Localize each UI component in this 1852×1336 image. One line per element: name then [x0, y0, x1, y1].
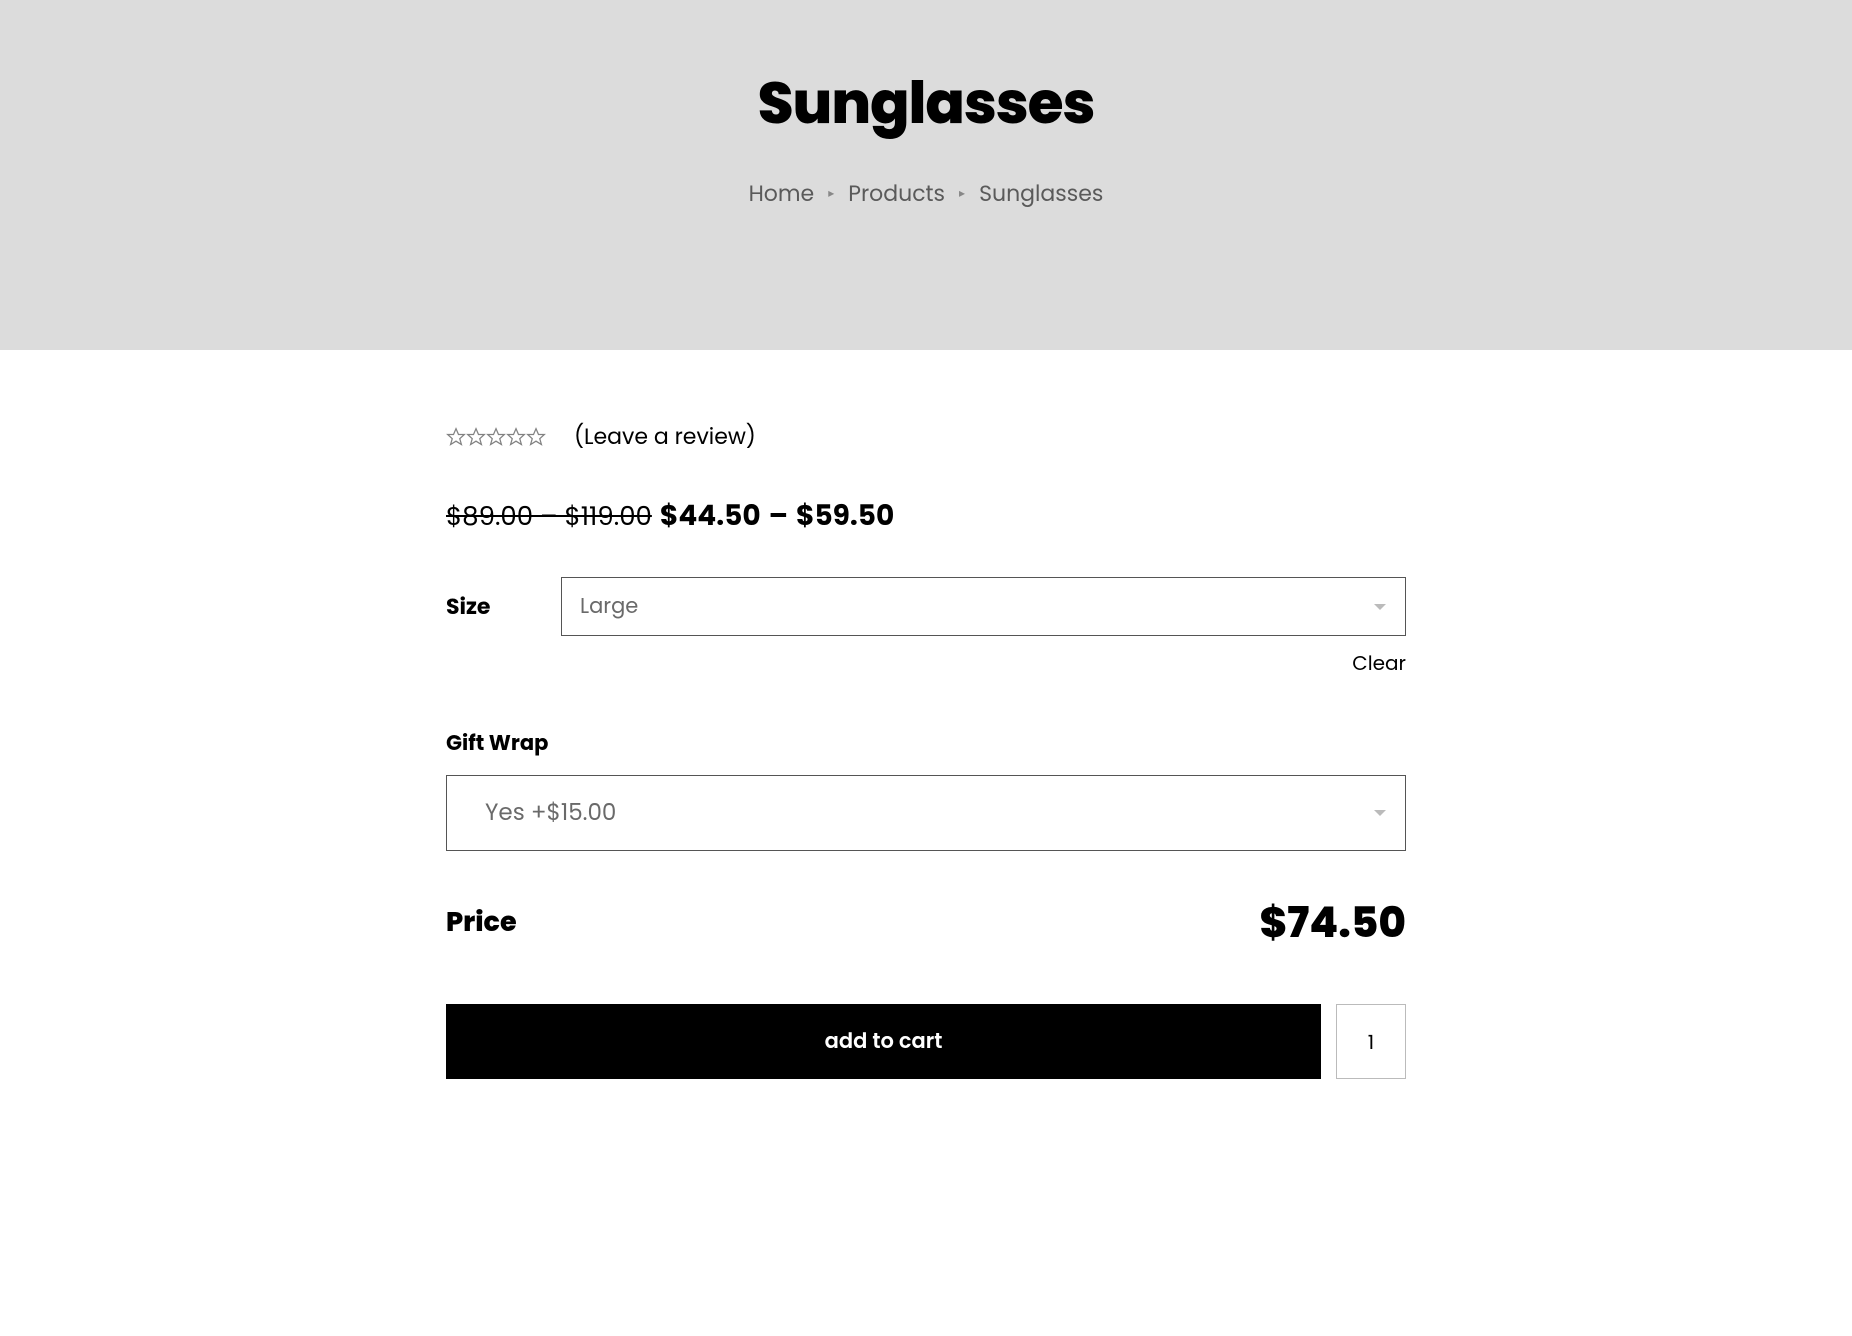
star-icon [466, 427, 486, 447]
chevron-down-icon [1374, 604, 1386, 610]
breadcrumb-current: Sunglasses [979, 177, 1103, 210]
size-select-wrapper: Large [561, 577, 1406, 636]
product-detail: (Leave a review) $89.00 – $119.00 $44.50… [446, 350, 1406, 1119]
breadcrumb-products[interactable]: Products [848, 177, 945, 210]
giftwrap-selected-value: Yes +$15.00 [485, 797, 616, 829]
sale-price-high: $59.50 [796, 495, 894, 537]
size-option-row: Size Large [446, 577, 1406, 636]
add-to-cart-button[interactable]: add to cart [446, 1004, 1321, 1079]
price-total-label: Price [446, 903, 517, 943]
star-icon [486, 427, 506, 447]
old-price-range: $89.00 – $119.00 [446, 498, 652, 537]
star-icon [506, 427, 526, 447]
chevron-right-icon: ▸ [959, 185, 965, 203]
quantity-input[interactable] [1336, 1004, 1406, 1079]
price-separator: – [769, 495, 788, 537]
size-label: Size [446, 590, 561, 623]
giftwrap-label: Gift Wrap [446, 728, 1406, 759]
star-icon [446, 427, 466, 447]
sale-price-low: $44.50 [660, 495, 761, 537]
rating-stars[interactable] [446, 427, 546, 447]
leave-review-link[interactable]: (Leave a review) [574, 420, 756, 453]
clear-row: Clear [446, 648, 1406, 678]
cart-row: add to cart [446, 1004, 1406, 1079]
price-total-row: Price $74.50 [446, 891, 1406, 954]
size-select[interactable]: Large [561, 577, 1406, 636]
clear-button[interactable]: Clear [1352, 649, 1406, 677]
price-range: $89.00 – $119.00 $44.50 – $59.50 [446, 495, 1406, 537]
chevron-right-icon: ▸ [828, 185, 834, 203]
star-icon [526, 427, 546, 447]
breadcrumb-home[interactable]: Home [749, 177, 815, 210]
size-selected-value: Large [580, 591, 638, 622]
page-title: Sunglasses [0, 60, 1852, 147]
price-total-value: $74.50 [1260, 891, 1407, 954]
giftwrap-select[interactable]: Yes +$15.00 [446, 775, 1406, 851]
review-row: (Leave a review) [446, 420, 1406, 453]
chevron-down-icon [1374, 810, 1386, 816]
breadcrumb: Home ▸ Products ▸ Sunglasses [0, 177, 1852, 210]
page-header: Sunglasses Home ▸ Products ▸ Sunglasses [0, 0, 1852, 350]
